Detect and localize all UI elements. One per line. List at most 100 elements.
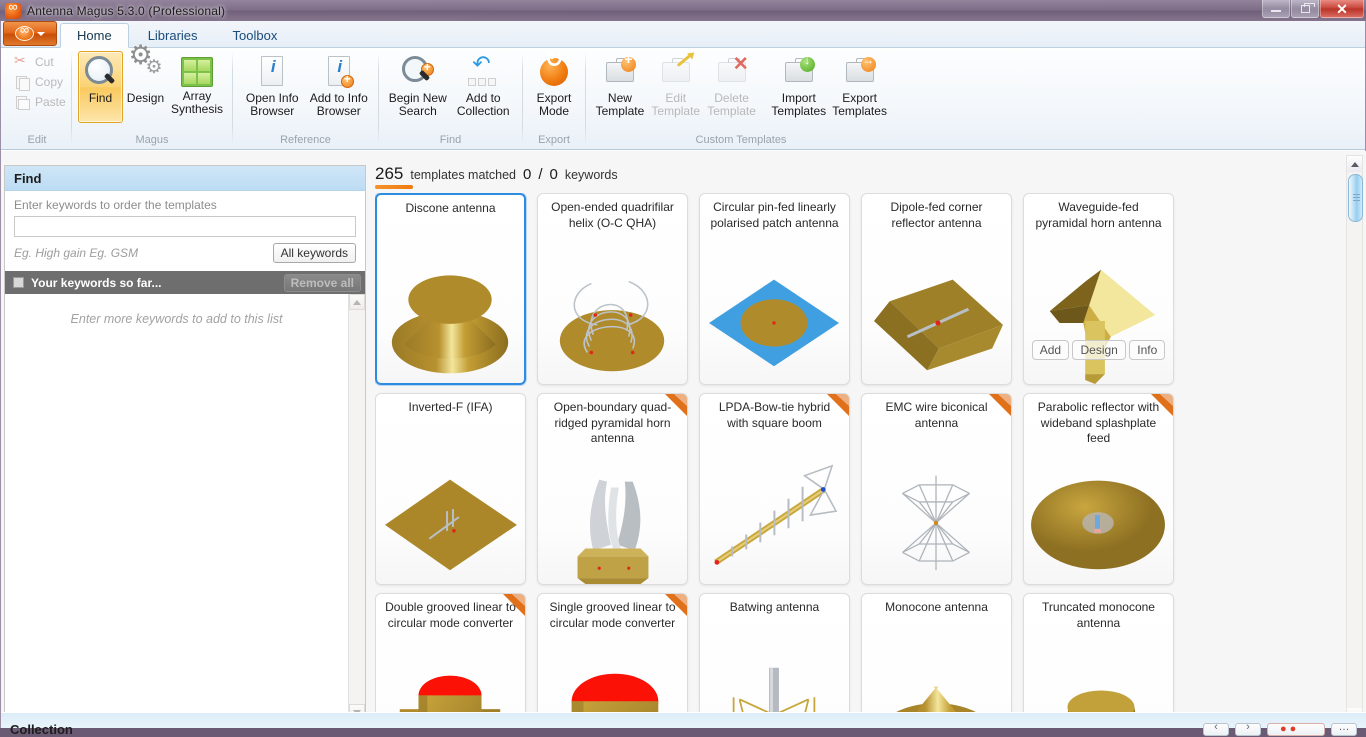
edit-template-button[interactable]: Edit Template xyxy=(648,51,704,123)
template-card[interactable]: Double grooved linear to circular mode c… xyxy=(375,593,526,728)
card-design-button[interactable]: Design xyxy=(1072,340,1125,360)
array-synthesis-label: Array Synthesis xyxy=(171,90,223,116)
magnifier-icon xyxy=(83,55,117,89)
keyword-examples-label: Eg. High gain Eg. GSM xyxy=(14,246,138,260)
add-to-info-browser-button[interactable]: Add to Info Browser xyxy=(306,51,373,123)
paste-button[interactable]: Paste xyxy=(12,93,72,111)
template-cell: Discone antenna xyxy=(375,193,537,393)
template-card[interactable]: Monocone antenna xyxy=(861,593,1012,728)
window-title: Antenna Magus 5.3.0 (Professional) xyxy=(27,4,225,18)
array-synthesis-button[interactable]: Array Synthesis xyxy=(168,51,226,123)
main-content-area: Find Enter keywords to order the templat… xyxy=(1,151,1366,728)
application-menu-button[interactable] xyxy=(3,21,57,46)
template-card[interactable]: LPDA-Bow-tie hybrid with square boom xyxy=(699,393,850,585)
template-thumbnail-patch xyxy=(700,254,849,384)
ribbon-group-magus: Find Design Array Synthesis Magus xyxy=(72,48,232,149)
copy-button[interactable]: Copy xyxy=(12,73,72,91)
design-button[interactable]: Design xyxy=(123,51,168,123)
ribbon-group-reference: Open Info Browser Add to Info Browser Re… xyxy=(233,48,378,149)
keyword-list-scrollbar[interactable] xyxy=(348,294,365,720)
template-cell: Double grooved linear to circular mode c… xyxy=(375,593,537,728)
template-cell: Open-ended quadrifilar helix (O-C QHA) xyxy=(537,193,699,393)
new-template-button[interactable]: New Template xyxy=(592,51,648,123)
template-cell: Open-boundary quad-ridged pyramidal horn… xyxy=(537,393,699,593)
collection-more-button[interactable]: … xyxy=(1331,723,1357,736)
template-cell: Inverted-F (IFA) xyxy=(375,393,537,593)
custom-template-corner-icon xyxy=(665,594,687,616)
add-to-collection-button[interactable]: ↶ Add to Collection xyxy=(451,51,517,123)
grid-green-icon xyxy=(181,57,213,87)
application-window: Home Libraries Toolbox Cut Copy xyxy=(0,21,1366,728)
export-circle-icon xyxy=(537,55,571,89)
ribbon-group-label-edit: Edit xyxy=(3,134,71,149)
card-hover-actions: AddDesignInfo xyxy=(1024,340,1173,360)
template-card[interactable]: Single grooved linear to circular mode c… xyxy=(537,593,688,728)
custom-template-corner-icon xyxy=(989,394,1011,416)
template-card[interactable]: Parabolic reflector with wideband splash… xyxy=(1023,393,1174,585)
minimize-button[interactable] xyxy=(1262,0,1290,18)
ribbon-group-export: Export Mode Export xyxy=(523,48,585,149)
edit-template-label: Edit Template xyxy=(651,92,701,118)
restore-button[interactable] xyxy=(1291,0,1319,18)
chevron-down-icon xyxy=(37,32,45,36)
add-to-info-browser-label: Add to Info Browser xyxy=(309,92,370,118)
tab-toolbox[interactable]: Toolbox xyxy=(217,24,294,47)
template-card[interactable]: Inverted-F (IFA) xyxy=(375,393,526,585)
ribbon-group-custom-templates: New Template Edit Template ✕ Delete Temp… xyxy=(586,48,896,149)
template-card[interactable]: Open-boundary quad-ridged pyramidal horn… xyxy=(537,393,688,585)
results-scroll-up-icon[interactable] xyxy=(1347,156,1362,172)
custom-template-corner-icon xyxy=(1151,394,1173,416)
collection-prev-button[interactable]: ‹ xyxy=(1203,723,1229,736)
template-thumbnail-discone xyxy=(377,255,524,383)
keyword-list: Enter more keywords to add to this list xyxy=(5,294,365,720)
import-templates-button[interactable]: Import Templates xyxy=(768,51,829,123)
paste-icon xyxy=(14,94,30,110)
window-titlebar[interactable]: Antenna Magus 5.3.0 (Professional) ✕ xyxy=(0,0,1366,21)
export-templates-button[interactable]: Export Templates xyxy=(829,51,890,123)
close-button[interactable]: ✕ xyxy=(1320,0,1364,18)
ribbon-group-label-export: Export xyxy=(523,134,585,149)
template-card[interactable]: Waveguide-fed pyramidal horn antenna Add… xyxy=(1023,193,1174,385)
keywords-checkbox[interactable] xyxy=(13,277,24,288)
template-cell: Truncated monocone antenna xyxy=(1023,593,1185,728)
all-keywords-button[interactable]: All keywords xyxy=(273,243,356,263)
keywords-label: keywords xyxy=(565,168,618,182)
template-card-title: Monocone antenna xyxy=(862,594,1011,616)
cut-button[interactable]: Cut xyxy=(12,53,72,71)
card-add-button[interactable]: Add xyxy=(1032,340,1069,360)
find-button[interactable]: Find xyxy=(78,51,123,123)
collection-panel[interactable]: Collection ‹ › ●● … xyxy=(1,712,1366,728)
export-mode-button[interactable]: Export Mode xyxy=(529,51,579,123)
card-info-button[interactable]: Info xyxy=(1129,340,1165,360)
delete-template-button[interactable]: ✕ Delete Template xyxy=(704,51,760,123)
collection-next-button[interactable]: › xyxy=(1235,723,1261,736)
ribbon-group-edit: Cut Copy Paste Edit xyxy=(3,48,71,149)
template-card-title: Inverted-F (IFA) xyxy=(376,394,525,416)
delete-template-label: Delete Template xyxy=(707,92,757,118)
template-card[interactable]: Open-ended quadrifilar helix (O-C QHA) xyxy=(537,193,688,385)
find-panel-header: Find xyxy=(5,166,365,191)
template-card[interactable]: EMC wire biconical antenna xyxy=(861,393,1012,585)
open-info-browser-button[interactable]: Open Info Browser xyxy=(239,51,306,123)
results-scrollbar[interactable] xyxy=(1346,155,1363,725)
results-scroll-thumb[interactable] xyxy=(1348,174,1363,222)
tab-home[interactable]: Home xyxy=(60,23,129,48)
template-thumbnail-biconical xyxy=(862,454,1011,584)
your-keywords-label: Your keywords so far... xyxy=(31,276,162,290)
template-card[interactable]: Circular pin-fed linearly polarised patc… xyxy=(699,193,850,385)
collection-items-button[interactable]: ●● xyxy=(1267,723,1325,736)
template-cell: Batwing antenna xyxy=(699,593,861,728)
template-card-title: Batwing antenna xyxy=(700,594,849,616)
results-area: 265 templates matched 0 / 0 keywords Dis… xyxy=(369,151,1366,728)
template-thumbnail-parabolic xyxy=(1024,454,1173,584)
template-card[interactable]: Truncated monocone antenna xyxy=(1023,593,1174,728)
keyword-search-input[interactable] xyxy=(14,216,356,237)
collection-buttons: ‹ › ●● … xyxy=(1203,723,1357,736)
open-info-browser-label: Open Info Browser xyxy=(242,92,303,118)
scroll-up-arrow-icon[interactable] xyxy=(349,294,365,310)
template-card[interactable]: Discone antenna xyxy=(375,193,526,385)
begin-new-search-button[interactable]: Begin New Search xyxy=(385,51,451,123)
template-card[interactable]: Batwing antenna xyxy=(699,593,850,728)
remove-all-button[interactable]: Remove all xyxy=(284,274,361,292)
template-card[interactable]: Dipole-fed corner reflector antenna xyxy=(861,193,1012,385)
